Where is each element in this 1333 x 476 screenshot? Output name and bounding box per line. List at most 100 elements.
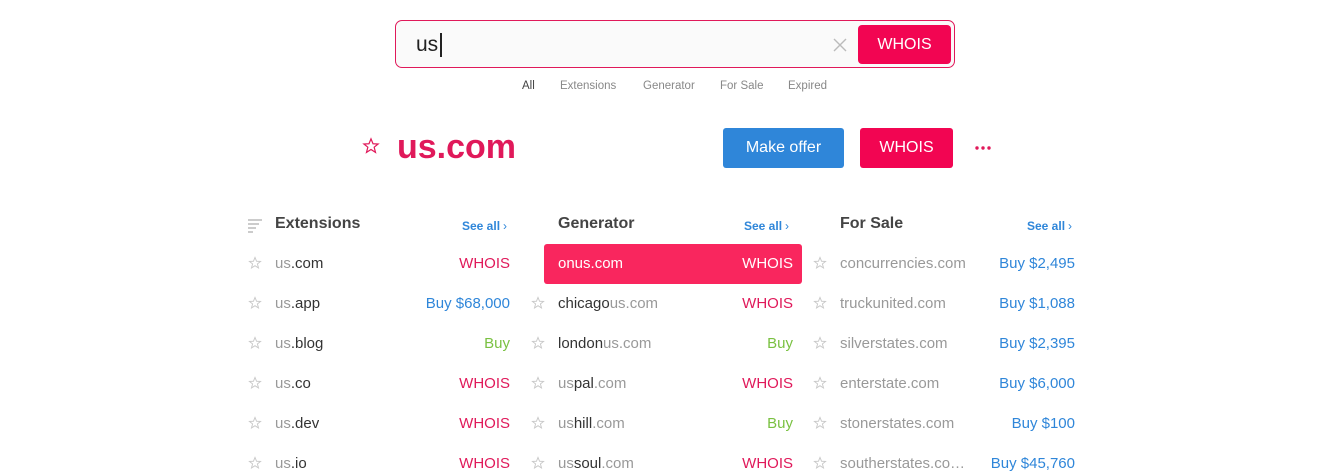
whois-link[interactable]: WHOIS (742, 455, 793, 472)
buy-link[interactable]: Buy (767, 415, 793, 432)
buy-link[interactable]: Buy $2,495 (999, 255, 1075, 272)
domain-tld: .blog (290, 335, 324, 352)
make-offer-button[interactable]: Make offer (723, 128, 844, 168)
domain-keyword: us (275, 455, 291, 472)
buy-link[interactable]: Buy (767, 335, 793, 352)
domain-keyword: soul (573, 455, 602, 472)
domain-name[interactable]: us.com (275, 255, 323, 272)
favorite-star-icon[interactable] (248, 456, 262, 470)
domain-row[interactable]: us.com WHOIS (245, 244, 515, 284)
domain-tld: .com (592, 415, 625, 432)
domain-whois-button[interactable]: WHOIS (860, 128, 953, 168)
favorite-star-icon[interactable] (813, 456, 827, 470)
domain-row[interactable]: chicagous.com WHOIS (528, 284, 798, 324)
domain-keyword: london (558, 335, 604, 352)
favorite-star-icon[interactable] (531, 416, 545, 430)
favorite-star-icon[interactable] (531, 336, 545, 350)
domain-row[interactable]: uspal.com WHOIS (528, 364, 798, 404)
domain-tld: .com (601, 455, 634, 472)
domain-name[interactable]: uspal.com (558, 375, 626, 392)
domain-row[interactable]: enterstate.com Buy $6,000 (810, 364, 1080, 404)
domain-name[interactable]: londonus.com (558, 335, 651, 352)
buy-link[interactable]: Buy $2,395 (999, 335, 1075, 352)
sort-icon[interactable] (247, 217, 263, 233)
chevron-right-icon: › (785, 219, 790, 233)
favorite-star-icon[interactable] (248, 336, 262, 350)
favorite-star-icon[interactable] (813, 376, 827, 390)
favorite-star-icon[interactable] (362, 137, 380, 155)
domain-name[interactable]: stonerstates.com (840, 415, 954, 432)
forsale-see-all-link[interactable]: See all › (1027, 219, 1072, 233)
favorite-star-icon[interactable] (813, 296, 827, 310)
whois-link[interactable]: WHOIS (459, 375, 510, 392)
domain-name[interactable]: truckunited.com (840, 295, 946, 312)
favorite-star-icon[interactable] (248, 256, 262, 270)
domain-tld: .co (290, 375, 311, 392)
domain-row[interactable]: concurrencies.com Buy $2,495 (810, 244, 1080, 284)
domain-row[interactable]: us.blog Buy (245, 324, 515, 364)
favorite-star-icon[interactable] (248, 376, 262, 390)
tab-for-sale[interactable]: For Sale (720, 80, 763, 92)
search-whois-button[interactable]: WHOIS (858, 25, 951, 64)
domain-name[interactable]: chicagous.com (558, 295, 658, 312)
tab-extensions[interactable]: Extensions (560, 80, 616, 92)
domain-row[interactable]: us.co WHOIS (245, 364, 515, 404)
domain-name[interactable]: us.app (275, 295, 320, 312)
favorite-star-icon[interactable] (813, 256, 827, 270)
domain-row[interactable]: truckunited.com Buy $1,088 (810, 284, 1080, 324)
domain-row[interactable]: us.app Buy $68,000 (245, 284, 515, 324)
domain-name[interactable]: us.blog (275, 335, 323, 352)
close-icon[interactable] (828, 33, 852, 57)
extensions-see-all-link[interactable]: See all › (462, 219, 507, 233)
whois-link[interactable]: WHOIS (742, 375, 793, 392)
more-options-icon[interactable] (974, 145, 992, 151)
domain-keyword: us (275, 255, 291, 272)
whois-link[interactable]: WHOIS (742, 255, 793, 272)
domain-tld: us.com (603, 335, 652, 352)
domain-row[interactable]: silverstates.com Buy $2,395 (810, 324, 1080, 364)
domain-row[interactable]: ushill.com Buy (528, 404, 798, 444)
favorite-star-icon[interactable] (813, 336, 827, 350)
domain-name[interactable]: us.io (275, 455, 307, 472)
domain-row[interactable]: us.dev WHOIS (245, 404, 515, 444)
domain-name[interactable]: ussoul.com (558, 455, 634, 472)
domain-row[interactable]: londonus.com Buy (528, 324, 798, 364)
domain-row[interactable]: onus.com WHOIS (528, 244, 802, 284)
domain-row[interactable]: stonerstates.com Buy $100 (810, 404, 1080, 444)
domain-name[interactable]: silverstates.com (840, 335, 948, 352)
tab-all[interactable]: All (522, 80, 535, 92)
domain-name[interactable]: concurrencies.com (840, 255, 966, 272)
favorite-star-icon[interactable] (531, 296, 545, 310)
tab-expired[interactable]: Expired (788, 80, 827, 92)
domain-row[interactable]: southerstates.co… Buy $45,760 (810, 444, 1080, 476)
domain-name[interactable]: southerstates.co… (840, 455, 965, 472)
buy-link[interactable]: Buy $68,000 (426, 295, 510, 312)
domain-name[interactable]: us.dev (275, 415, 319, 432)
favorite-star-icon[interactable] (248, 296, 262, 310)
domain-name[interactable]: us.co (275, 375, 311, 392)
favorite-star-icon[interactable] (531, 376, 545, 390)
domain-tld: .dev (290, 415, 320, 432)
whois-link[interactable]: WHOIS (459, 415, 510, 432)
tab-generator[interactable]: Generator (643, 80, 695, 92)
generator-see-all-link[interactable]: See all › (744, 219, 789, 233)
domain-keyword: chicago (558, 295, 610, 312)
domain-row[interactable]: ussoul.com WHOIS (528, 444, 798, 476)
buy-link[interactable]: Buy $1,088 (999, 295, 1075, 312)
domain-name[interactable]: ushill.com (558, 415, 625, 432)
domain-name[interactable]: enterstate.com (840, 375, 939, 392)
domain-row[interactable]: us.io WHOIS (245, 444, 515, 476)
favorite-star-icon[interactable] (531, 456, 545, 470)
buy-link[interactable]: Buy $6,000 (999, 375, 1075, 392)
domain-keyword: onus (558, 255, 591, 272)
whois-link[interactable]: WHOIS (459, 255, 510, 272)
buy-link[interactable]: Buy (484, 335, 510, 352)
buy-link[interactable]: Buy $45,760 (991, 455, 1075, 472)
search-input[interactable] (416, 31, 816, 59)
favorite-star-icon[interactable] (813, 416, 827, 430)
whois-link[interactable]: WHOIS (742, 295, 793, 312)
favorite-star-icon[interactable] (248, 416, 262, 430)
whois-link[interactable]: WHOIS (459, 455, 510, 472)
domain-name[interactable]: onus.com (558, 255, 623, 272)
buy-link[interactable]: Buy $100 (1012, 415, 1075, 432)
